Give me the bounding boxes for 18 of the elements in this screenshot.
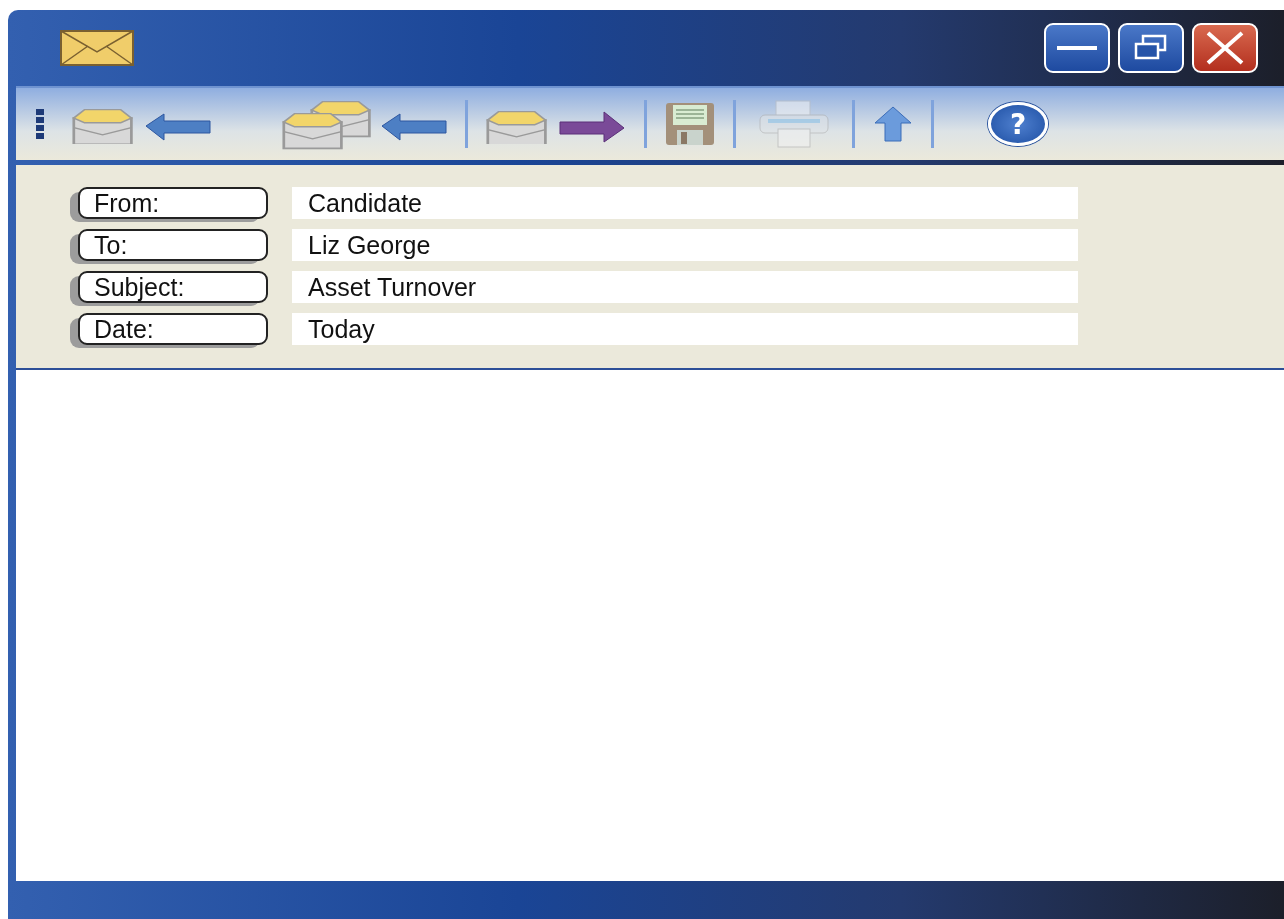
field-label: Date: (78, 313, 268, 345)
field-label: From: (78, 187, 268, 219)
minimize-icon (1057, 43, 1097, 53)
field-value[interactable]: Candidate (292, 187, 1078, 219)
restore-button[interactable] (1118, 23, 1184, 73)
help-button[interactable]: ? (988, 102, 1048, 146)
envelope-icon (60, 30, 134, 66)
field-value[interactable]: Asset Turnover (292, 271, 1078, 303)
reply-all-icon[interactable] (282, 98, 447, 150)
minimize-button[interactable] (1044, 23, 1110, 73)
close-icon (1205, 31, 1245, 65)
field-label: To: (78, 229, 268, 261)
field-value[interactable]: Today (292, 313, 1078, 345)
field-label: Subject: (78, 271, 268, 303)
up-arrow-icon[interactable] (873, 105, 913, 143)
field-value[interactable]: Liz George (292, 229, 1078, 261)
grip-handle[interactable] (36, 109, 44, 139)
close-button[interactable] (1192, 23, 1258, 73)
